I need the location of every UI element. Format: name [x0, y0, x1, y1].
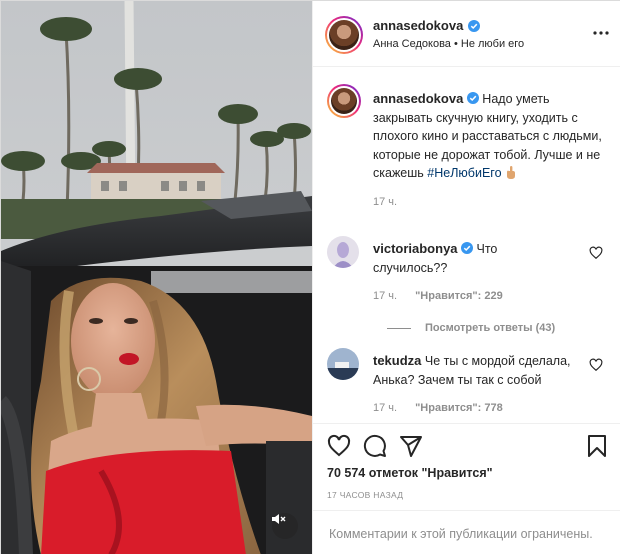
comment-likes[interactable]: "Нравится": 229	[415, 290, 503, 302]
comment-avatar[interactable]	[327, 236, 359, 268]
comment-likes[interactable]: "Нравится": 778	[415, 402, 503, 414]
comment-text-block: victoriabonya Что случилось??	[373, 240, 573, 277]
caption-avatar[interactable]	[327, 84, 361, 118]
replies-divider	[387, 327, 411, 329]
verified-badge-icon	[468, 19, 481, 32]
bookmark-icon[interactable]	[585, 434, 609, 458]
caption-hashtag[interactable]: #НеЛюбиЕго	[427, 166, 501, 180]
author-avatar[interactable]	[325, 16, 363, 54]
caption-text-block: annasedokova Надо уметь закрывать скучну…	[373, 90, 609, 211]
view-replies-label: Посмотреть ответы (43)	[425, 322, 556, 334]
post-container: annasedokova Анна Седокова • Не люби его	[0, 0, 620, 554]
post-photo	[1, 1, 312, 554]
middle-finger-emoji-icon	[507, 166, 516, 179]
comment-meta: 17 ч. "Нравится": 778	[373, 402, 503, 414]
likes-count[interactable]: 70 574 отметок "Нравится"	[327, 466, 493, 480]
comment-username[interactable]: tekudza	[373, 353, 421, 368]
author-username[interactable]: annasedokova	[373, 18, 463, 33]
post-side-panel: annasedokova Анна Седокова • Не люби его	[312, 1, 620, 554]
post-timestamp[interactable]: 17 ЧАСОВ НАЗАД	[327, 490, 403, 500]
caption-time[interactable]: 17 ч.	[373, 193, 609, 212]
comment-avatar[interactable]	[327, 348, 359, 380]
comment-heart-icon[interactable]	[589, 246, 603, 260]
speaker-muted-icon	[272, 514, 286, 524]
verified-badge-icon	[466, 92, 479, 104]
comment-heart-icon[interactable]	[589, 358, 603, 372]
verified-badge-icon	[461, 242, 474, 254]
post-actions: 70 574 отметок "Нравится" 17 ЧАСОВ НАЗАД…	[313, 423, 620, 554]
comments-restricted-text: Комментарии к этой публикации ограничены…	[329, 526, 593, 541]
paper-plane-icon[interactable]	[399, 434, 423, 458]
post-media[interactable]	[1, 1, 312, 554]
mute-button[interactable]	[272, 513, 298, 539]
comment-meta: 17 ч. "Нравится": 229	[373, 290, 503, 302]
comments-restricted-notice: Комментарии к этой публикации ограничены…	[313, 510, 620, 554]
more-options-icon	[593, 31, 609, 35]
comment-username[interactable]: victoriabonya	[373, 241, 458, 256]
heart-icon[interactable]	[327, 434, 351, 458]
comment-time[interactable]: 17 ч.	[373, 402, 397, 414]
view-replies-button[interactable]: Посмотреть ответы (43)	[387, 322, 555, 334]
post-header: annasedokova Анна Седокова • Не люби его	[313, 1, 620, 67]
comments-list[interactable]: annasedokova Надо уметь закрывать скучну…	[313, 68, 620, 423]
more-options-button[interactable]	[589, 25, 613, 41]
comment-icon[interactable]	[363, 434, 387, 458]
comment-time[interactable]: 17 ч.	[373, 290, 397, 302]
caption-username[interactable]: annasedokova	[373, 91, 463, 106]
author-subtitle[interactable]: Анна Седокова • Не люби его	[373, 38, 524, 50]
comment-text-block: tekudza Че ты с мордой сделала, Анька? З…	[373, 352, 573, 389]
